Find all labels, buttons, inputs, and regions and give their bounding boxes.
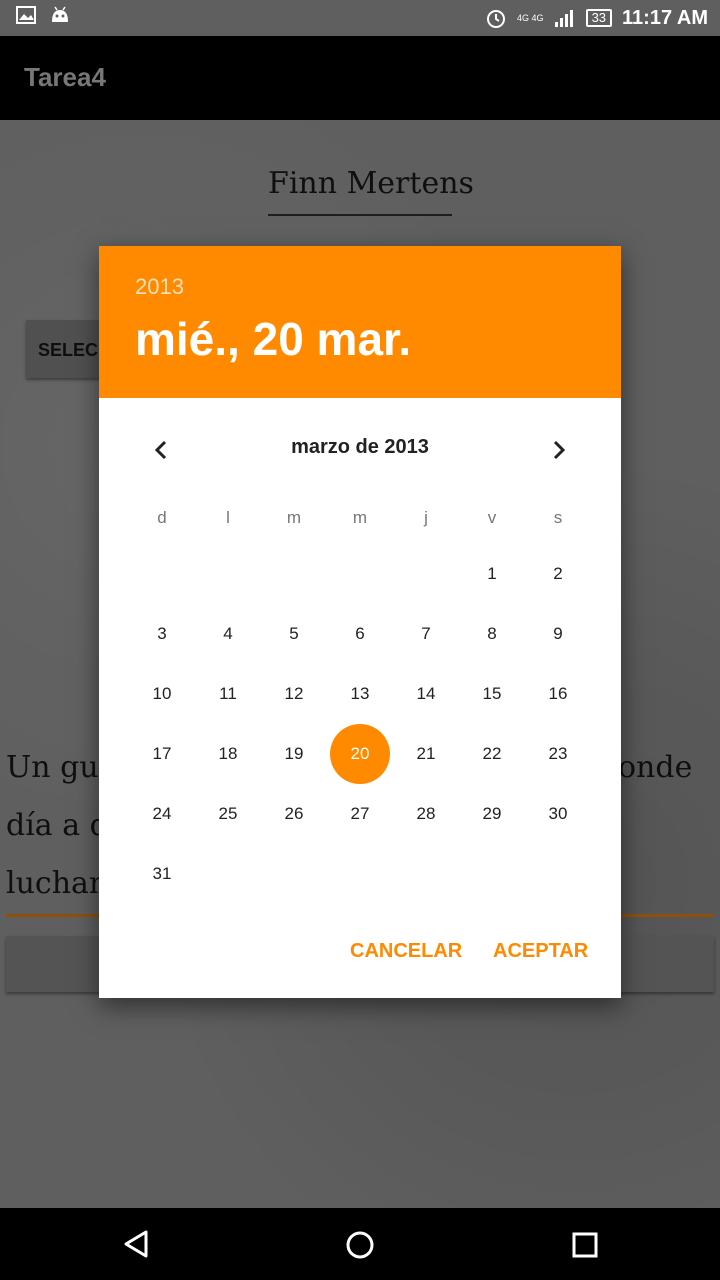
status-bar: 4G 4G 33 11:17 AM (0, 0, 720, 36)
weekday-label: j (424, 508, 428, 527)
chevron-right-icon[interactable] (543, 434, 575, 466)
date-picker-header: 2013 mié., 20 mar. (99, 246, 621, 398)
calendar-day[interactable]: 17 (132, 724, 192, 784)
calendar-day[interactable]: 8 (462, 604, 522, 664)
calendar-day[interactable]: 26 (264, 784, 324, 844)
cancel-button[interactable]: CANCELAR (350, 940, 462, 963)
image-icon (16, 6, 36, 24)
weekday-label: l (226, 508, 230, 527)
calendar-day[interactable]: 22 (462, 724, 522, 784)
calendar-day[interactable]: 23 (528, 724, 588, 784)
calendar-day[interactable]: 3 (132, 604, 192, 664)
weekday-label: m (352, 508, 368, 527)
weekday-label: d (157, 508, 167, 527)
calendar-day[interactable]: 31 (132, 844, 192, 904)
status-time: 11:17 AM (622, 6, 708, 29)
home-icon[interactable] (345, 1230, 375, 1260)
calendar-day[interactable]: 7 (396, 604, 456, 664)
calendar-day[interactable]: 19 (264, 724, 324, 784)
weekday-label: v (487, 508, 497, 527)
battery-icon: 33 (585, 9, 613, 27)
weekday-label: s (553, 508, 563, 527)
calendar-day[interactable]: 28 (396, 784, 456, 844)
calendar-day[interactable]: 9 (528, 604, 588, 664)
calendar-day[interactable]: 24 (132, 784, 192, 844)
calendar-day[interactable]: 13 (330, 664, 390, 724)
android-icon (52, 6, 68, 22)
calendar-day[interactable]: 10 (132, 664, 192, 724)
navigation-bar (0, 1208, 720, 1280)
calendar-day[interactable]: 21 (396, 724, 456, 784)
app-title: Tarea4 (24, 62, 106, 92)
alarm-icon (487, 10, 506, 28)
date-picker-dialog: 2013 mié., 20 mar. marzo de 2013 dlmmjvs… (99, 246, 621, 998)
header-year[interactable]: 2013 (135, 274, 184, 300)
calendar-day[interactable]: 4 (198, 604, 258, 664)
app-bar: Tarea4 (0, 36, 720, 120)
calendar-day[interactable]: 5 (264, 604, 324, 664)
network-type: 4G 4G (517, 12, 544, 23)
calendar-day[interactable]: 27 (330, 784, 390, 844)
calendar-day[interactable]: 30 (528, 784, 588, 844)
calendar-day[interactable]: 11 (198, 664, 258, 724)
calendar-day[interactable]: 25 (198, 784, 258, 844)
header-selected-date[interactable]: mié., 20 mar. (135, 312, 411, 366)
calendar-day[interactable]: 1 (462, 544, 522, 604)
back-icon[interactable] (120, 1228, 152, 1260)
selected-day[interactable]: 20 (330, 724, 390, 784)
calendar-day[interactable]: 18 (198, 724, 258, 784)
calendar-day[interactable]: 2 (528, 544, 588, 604)
calendar-day[interactable]: 15 (462, 664, 522, 724)
recents-icon[interactable] (572, 1232, 598, 1258)
calendar-day[interactable]: 16 (528, 664, 588, 724)
calendar-day[interactable]: 12 (264, 664, 324, 724)
calendar-day[interactable]: 6 (330, 604, 390, 664)
calendar-day[interactable]: 29 (462, 784, 522, 844)
weekday-label: m (286, 508, 302, 527)
signal-icon (554, 10, 573, 27)
accept-button[interactable]: ACEPTAR (493, 940, 588, 963)
calendar-day[interactable]: 14 (396, 664, 456, 724)
